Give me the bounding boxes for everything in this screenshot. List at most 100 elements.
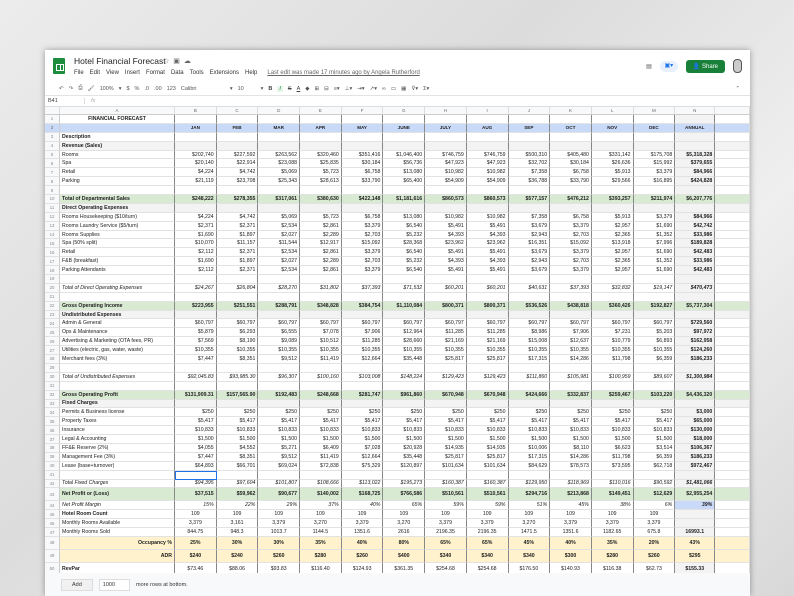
value-cell[interactable]: 45% bbox=[550, 501, 592, 511]
value-cell[interactable]: $7,996 bbox=[633, 239, 676, 249]
value-cell[interactable] bbox=[341, 292, 384, 302]
value-cell[interactable]: $15,992 bbox=[633, 159, 676, 169]
value-cell[interactable]: $10,355 bbox=[216, 346, 259, 356]
row-number[interactable]: 9 bbox=[45, 186, 60, 196]
value-cell[interactable]: $7,447 bbox=[175, 452, 217, 462]
value-cell[interactable] bbox=[341, 203, 384, 213]
fill-color-icon[interactable]: ◆ bbox=[305, 86, 309, 92]
value-cell[interactable] bbox=[633, 381, 676, 391]
row-number[interactable]: 43 bbox=[45, 488, 60, 502]
row-label[interactable]: ADR bbox=[60, 549, 175, 563]
filter-icon[interactable]: ⊽▾ bbox=[411, 86, 418, 92]
value-cell[interactable]: $5,491 bbox=[425, 266, 467, 276]
align-vertical-icon[interactable]: ⊥▾ bbox=[345, 86, 353, 92]
value-cell[interactable]: $5,417 bbox=[383, 417, 426, 427]
value-cell[interactable]: $1,500 bbox=[591, 435, 634, 444]
paint-format-icon[interactable]: 🖌 bbox=[88, 86, 95, 92]
value-cell[interactable] bbox=[591, 470, 634, 480]
cell[interactable] bbox=[715, 141, 750, 151]
value-cell[interactable]: $25,343 bbox=[258, 177, 301, 187]
value-cell[interactable] bbox=[425, 381, 467, 391]
value-cell[interactable]: $2,534 bbox=[258, 221, 301, 231]
value-cell[interactable]: $670,948 bbox=[466, 390, 509, 400]
value-cell[interactable]: $15,092 bbox=[341, 239, 384, 249]
value-cell[interactable]: $3,679 bbox=[508, 221, 551, 231]
row-label[interactable]: Net Profit or (Loss) bbox=[60, 488, 175, 502]
value-cell[interactable]: $10,833 bbox=[508, 426, 551, 436]
value-cell[interactable]: $23,088 bbox=[258, 159, 301, 169]
value-cell[interactable]: $10,833 bbox=[383, 426, 426, 436]
value-cell[interactable]: $64,893 bbox=[175, 461, 217, 471]
row-number[interactable]: 1 bbox=[45, 115, 60, 124]
value-cell[interactable] bbox=[550, 470, 592, 480]
value-cell[interactable]: 109 bbox=[633, 510, 676, 520]
value-cell[interactable]: $424,666 bbox=[508, 390, 551, 400]
value-cell[interactable]: $10,355 bbox=[425, 346, 467, 356]
value-cell[interactable] bbox=[341, 399, 384, 409]
value-cell[interactable]: $260 bbox=[258, 549, 301, 563]
row-number[interactable]: 7 bbox=[45, 168, 60, 178]
value-cell[interactable] bbox=[300, 292, 342, 302]
value-cell[interactable]: $2,957 bbox=[591, 221, 634, 231]
value-cell[interactable]: $6,359 bbox=[633, 355, 676, 364]
value-cell[interactable] bbox=[300, 381, 342, 391]
value-cell[interactable]: $20,140 bbox=[175, 159, 217, 169]
value-cell[interactable]: 2616 bbox=[383, 528, 426, 537]
value-cell[interactable]: $1,690 bbox=[633, 221, 676, 231]
value-cell[interactable]: $30,184 bbox=[550, 159, 592, 169]
value-cell[interactable]: $25,817 bbox=[466, 452, 509, 462]
value-cell[interactable]: $384,754 bbox=[341, 301, 384, 311]
value-cell[interactable]: $8,351 bbox=[216, 452, 259, 462]
value-cell[interactable]: $60,797 bbox=[425, 319, 467, 329]
column-header-f[interactable]: F bbox=[342, 107, 384, 114]
month-header[interactable]: OCT bbox=[550, 123, 592, 133]
value-cell[interactable]: $248,222 bbox=[175, 195, 217, 204]
value-cell[interactable] bbox=[258, 363, 301, 373]
document-title[interactable]: Hotel Financial Forecast bbox=[74, 56, 166, 66]
row-label[interactable] bbox=[60, 363, 175, 373]
value-cell[interactable]: $1,500 bbox=[258, 435, 301, 444]
value-cell[interactable]: $1,500 bbox=[216, 435, 259, 444]
annual-cell[interactable]: $65,000 bbox=[675, 417, 716, 427]
value-cell[interactable] bbox=[258, 132, 301, 142]
annual-cell[interactable] bbox=[675, 141, 716, 151]
value-cell[interactable] bbox=[216, 132, 259, 142]
row-number[interactable]: 45 bbox=[45, 510, 60, 520]
cell[interactable] bbox=[715, 536, 750, 550]
value-cell[interactable]: $5,417 bbox=[425, 417, 467, 427]
cell[interactable] bbox=[300, 115, 342, 124]
month-header[interactable]: FEB bbox=[216, 123, 259, 133]
row-number[interactable]: 44 bbox=[45, 501, 60, 511]
value-cell[interactable] bbox=[633, 310, 676, 320]
value-cell[interactable]: $5,417 bbox=[508, 417, 551, 427]
column-header-d[interactable]: D bbox=[258, 107, 301, 114]
value-cell[interactable]: 1013.7 bbox=[258, 528, 301, 537]
cell[interactable] bbox=[715, 470, 750, 480]
column-header-n[interactable]: N bbox=[675, 107, 716, 114]
value-cell[interactable] bbox=[425, 141, 467, 151]
value-cell[interactable]: $250 bbox=[300, 408, 342, 418]
column-header-l[interactable]: L bbox=[592, 107, 634, 114]
value-cell[interactable]: $6,758 bbox=[341, 212, 384, 222]
month-header[interactable]: APR bbox=[300, 123, 342, 133]
row-label[interactable] bbox=[60, 470, 175, 480]
value-cell[interactable] bbox=[383, 275, 426, 284]
annual-cell[interactable]: $379,655 bbox=[675, 159, 716, 169]
value-cell[interactable]: $120,897 bbox=[383, 461, 426, 471]
value-cell[interactable] bbox=[341, 470, 384, 480]
value-cell[interactable] bbox=[383, 292, 426, 302]
value-cell[interactable]: $6,758 bbox=[341, 168, 384, 178]
value-cell[interactable]: $340 bbox=[508, 549, 551, 563]
value-cell[interactable]: $10,833 bbox=[258, 426, 301, 436]
value-cell[interactable]: $288,791 bbox=[258, 301, 301, 311]
value-cell[interactable]: $7,447 bbox=[175, 355, 217, 364]
value-cell[interactable] bbox=[508, 292, 551, 302]
value-cell[interactable]: $10,355 bbox=[341, 346, 384, 356]
menu-help[interactable]: Help bbox=[245, 70, 257, 76]
value-cell[interactable]: 6% bbox=[633, 501, 676, 511]
menu-view[interactable]: View bbox=[106, 70, 119, 76]
value-cell[interactable]: $961,860 bbox=[383, 390, 426, 400]
annual-cell[interactable]: $189,828 bbox=[675, 239, 716, 249]
value-cell[interactable] bbox=[633, 141, 676, 151]
value-cell[interactable]: $8,190 bbox=[216, 337, 259, 347]
